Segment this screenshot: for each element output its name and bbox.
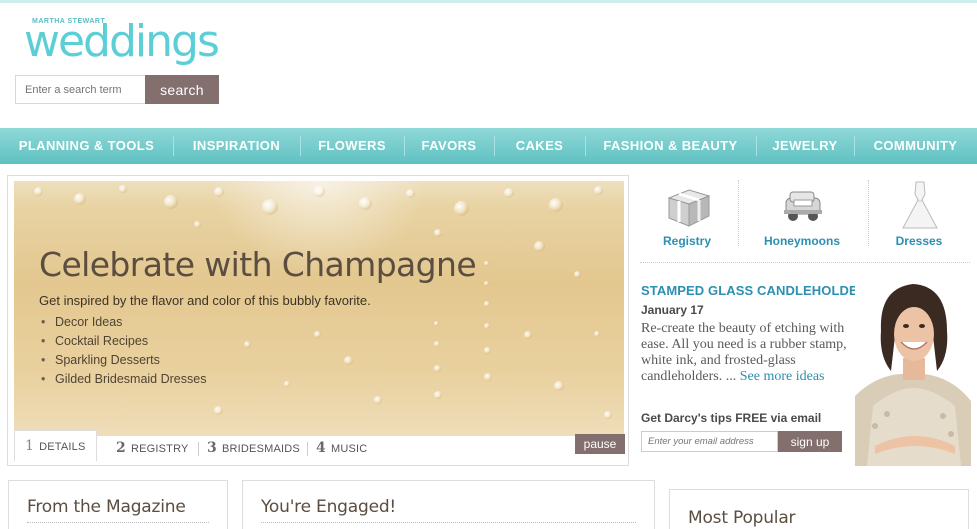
nav-fashion-beauty[interactable]: FASHION & BEAUTY [585, 128, 756, 164]
slide-link-decor-ideas[interactable]: Decor Ideas [39, 313, 206, 332]
feature-title-link[interactable]: STAMPED GLASS CANDLEHOLDERS [641, 283, 871, 298]
nav-inspiration[interactable]: INSPIRATION [173, 128, 300, 164]
section-title-engaged[interactable]: You're Engaged! [261, 497, 396, 517]
gift-box-icon [667, 189, 711, 227]
slide-link-list: Decor Ideas Cocktail Recipes Sparkling D… [39, 313, 206, 389]
slide-tab-label: REGISTRY [130, 443, 189, 455]
youre-engaged-box: You're Engaged! [242, 480, 655, 529]
nav-flowers[interactable]: FLOWERS [300, 128, 404, 164]
quick-link-label: Honeymoons [763, 234, 840, 248]
slide-tab-music[interactable]: 4 MUSIC [316, 434, 367, 462]
quick-link-honeymoons[interactable]: Honeymoons [742, 178, 862, 248]
nav-community[interactable]: COMMUNITY [854, 128, 977, 164]
tab-divider [198, 442, 199, 456]
logo-word: weddings [24, 16, 220, 67]
nav-jewelry[interactable]: JEWELRY [756, 128, 854, 164]
slide-tab-registry[interactable]: 2 REGISTRY [116, 434, 189, 462]
search-input[interactable] [15, 75, 145, 104]
slide-tab-label: DETAILS [39, 441, 86, 453]
tab-divider [307, 442, 308, 456]
slide-link-gilded-bridesmaid-dresses[interactable]: Gilded Bridesmaid Dresses [39, 370, 206, 389]
featured-slideshow: Celebrate with Champagne Get inspired by… [7, 175, 629, 466]
vintage-car-icon [784, 191, 822, 221]
search-button[interactable]: search [145, 75, 219, 104]
slide-tab-label: MUSIC [330, 443, 368, 455]
site-logo[interactable]: MARTHA STEWART weddings [24, 12, 224, 68]
slide-tab-number: 4 [316, 440, 326, 456]
slide-title[interactable]: Celebrate with Champagne [39, 245, 477, 284]
quick-link-dresses[interactable]: Dresses [859, 178, 977, 248]
slideshow-tabs: 1 DETAILS 2 REGISTRY 3 BRIDESMAIDS 4 MUSIC p… [14, 430, 625, 462]
wedding-dress-icon [902, 181, 938, 229]
slide-tab-label: BRIDESMAIDS [221, 443, 300, 455]
feature-date: January 17 [641, 303, 704, 317]
from-the-magazine-box: From the Magazine [8, 480, 228, 529]
slide-link-sparkling-desserts[interactable]: Sparkling Desserts [39, 351, 206, 370]
slide-link-cocktail-recipes[interactable]: Cocktail Recipes [39, 332, 206, 351]
slide-tab-number: 1 [25, 438, 35, 454]
see-more-ideas-link[interactable]: See more ideas [740, 369, 825, 384]
slide-tab-number: 3 [207, 440, 217, 456]
nav-cakes[interactable]: CAKES [494, 128, 585, 164]
top-accent-line [0, 0, 977, 3]
quick-link-registry[interactable]: Registry [627, 178, 747, 248]
most-popular-box: Most Popular [669, 489, 969, 529]
quick-link-label: Registry [662, 234, 712, 248]
slide-tab-number: 2 [116, 440, 126, 456]
feature-description: Re-create the beauty of etching with eas… [641, 321, 853, 385]
divider [27, 522, 209, 523]
main-nav: PLANNING & TOOLS INSPIRATION FLOWERS FAV… [0, 128, 977, 164]
divider [640, 262, 970, 263]
divider [261, 522, 636, 523]
darcy-portrait-photo [855, 276, 971, 466]
quick-link-label: Dresses [895, 234, 943, 248]
nav-favors[interactable]: FAVORS [404, 128, 494, 164]
slide-tab-bridesmaids[interactable]: 3 BRIDESMAIDS [207, 434, 300, 462]
nav-planning-tools[interactable]: PLANNING & TOOLS [0, 128, 173, 164]
quick-links-divider [738, 180, 739, 246]
section-title-most-popular[interactable]: Most Popular [688, 508, 796, 528]
email-tips-label: Get Darcy's tips FREE via email [641, 411, 822, 425]
champagne-slide-image[interactable]: Celebrate with Champagne Get inspired by… [14, 181, 624, 436]
email-field[interactable] [641, 431, 778, 452]
slide-tab-details[interactable]: 1 DETAILS [14, 430, 97, 461]
section-title-magazine[interactable]: From the Magazine [27, 497, 186, 517]
slideshow-pause-button[interactable]: pause [575, 434, 625, 454]
slide-subtitle: Get inspired by the flavor and color of … [39, 293, 371, 308]
sign-up-button[interactable]: sign up [778, 431, 842, 452]
